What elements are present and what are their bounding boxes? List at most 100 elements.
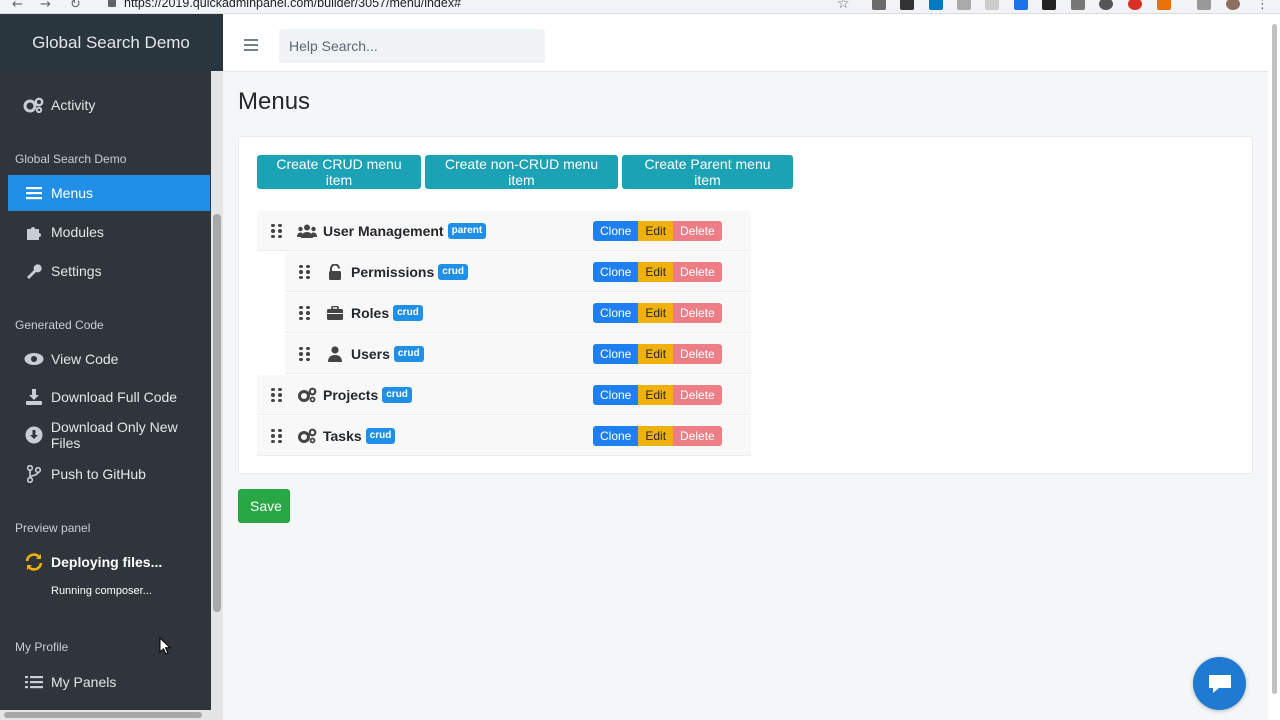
chat-widget-button[interactable] (1193, 657, 1246, 710)
edit-button[interactable]: Edit (638, 426, 674, 446)
delete-button[interactable]: Delete (673, 221, 722, 241)
sidebar-item-download-new[interactable]: Download Only New Files (8, 417, 210, 453)
create-parent-menu-button[interactable]: Create Parent menu item (622, 155, 793, 189)
menu-card: Create CRUD menu item Create non-CRUD me… (238, 136, 1253, 474)
sidebar-item-download-full[interactable]: Download Full Code (8, 379, 210, 415)
cogs-icon (23, 96, 45, 114)
menu-item-label: Projects (323, 386, 379, 403)
wrench-icon (23, 262, 45, 280)
menu-type-badge: crud (365, 427, 396, 444)
drag-handle-icon[interactable] (271, 428, 285, 443)
row-actions: Clone Edit Delete (593, 221, 722, 241)
extension-icon[interactable] (1099, 0, 1113, 10)
page-scrollbar-thumb[interactable] (1272, 24, 1277, 694)
menu-item-label: User Management (323, 222, 444, 239)
delete-button[interactable]: Delete (673, 426, 722, 446)
menu-type-badge: crud (382, 386, 412, 403)
menu-item-label: Users (351, 345, 390, 362)
edit-button[interactable]: Edit (638, 221, 674, 241)
edit-button[interactable]: Edit (638, 262, 674, 282)
drag-handle-icon[interactable] (299, 346, 313, 361)
sidebar-item-settings[interactable]: Settings (8, 253, 210, 289)
delete-button[interactable]: Delete (673, 262, 722, 282)
sidebar-item-label: Activity (51, 97, 96, 113)
app-header (223, 14, 1268, 72)
help-search-input[interactable] (279, 29, 545, 63)
back-icon[interactable]: ← (12, 0, 23, 12)
extension-icon[interactable] (1071, 0, 1085, 10)
download-icon (23, 388, 45, 406)
extension-icon[interactable] (1128, 0, 1142, 10)
clone-button[interactable]: Clone (593, 385, 639, 405)
clone-button[interactable]: Clone (593, 303, 639, 323)
sidebar: Global Search Demo Activity Global Searc… (0, 14, 223, 720)
sidebar-item-my-panels[interactable]: My Panels (8, 664, 210, 700)
page-title: Menus (238, 88, 311, 115)
extension-icon[interactable] (985, 0, 999, 10)
menu-row[interactable]: Tasks crud Clone Edit Delete (257, 416, 751, 456)
extension-icon[interactable] (900, 0, 914, 10)
cast-icon[interactable] (1197, 0, 1211, 10)
sidebar-item-push-github[interactable]: Push to GitHub (8, 456, 210, 492)
sidebar-item-menus[interactable]: Menus (8, 175, 210, 211)
hamburger-icon[interactable] (244, 39, 258, 51)
delete-button[interactable]: Delete (673, 385, 722, 405)
cogs-icon (295, 428, 319, 444)
reload-icon[interactable]: ↻ (70, 0, 81, 12)
sidebar-item-label: Modules (51, 224, 104, 240)
row-actions: Clone Edit Delete (593, 262, 722, 282)
menu-row[interactable]: User Management parent Clone Edit Delete (257, 211, 751, 251)
edit-button[interactable]: Edit (638, 303, 674, 323)
extension-icon[interactable] (957, 0, 971, 10)
delete-button[interactable]: Delete (673, 344, 722, 364)
sidebar-section-title: Preview panel (15, 521, 91, 535)
sidebar-brand[interactable]: Global Search Demo (0, 14, 223, 71)
clone-button[interactable]: Clone (593, 426, 639, 446)
drag-handle-icon[interactable] (271, 223, 285, 238)
download-circle-icon (23, 426, 45, 444)
extension-icon[interactable] (1157, 0, 1171, 10)
drag-handle-icon[interactable] (299, 305, 313, 320)
avatar[interactable] (1226, 0, 1240, 10)
bookmark-star-icon[interactable]: ☆ (837, 0, 850, 12)
clone-button[interactable]: Clone (593, 221, 639, 241)
kebab-menu-icon[interactable]: ⋮ (1256, 0, 1269, 12)
sidebar-item-deploying[interactable]: Deploying files... (8, 544, 210, 580)
extension-icon[interactable] (872, 0, 886, 10)
forward-icon[interactable]: → (40, 0, 51, 12)
page-scrollbar[interactable] (1268, 14, 1280, 720)
menu-type-badge: crud (438, 263, 468, 280)
extension-icon[interactable] (1014, 0, 1028, 10)
menu-row[interactable]: Projects crud Clone Edit Delete (257, 375, 751, 415)
briefcase-icon (323, 305, 347, 320)
chat-icon (1208, 674, 1231, 693)
menu-type-badge: parent (447, 222, 487, 239)
save-button[interactable]: Save (238, 489, 290, 523)
sidebar-section-title: My Profile (15, 640, 69, 654)
address-bar[interactable]: https://2019.quickadminpanel.com/builder… (108, 0, 868, 13)
row-actions: Clone Edit Delete (593, 426, 722, 446)
address-text: https://2019.quickadminpanel.com/builder… (124, 0, 462, 10)
sidebar-item-activity[interactable]: Activity (8, 87, 210, 123)
drag-handle-icon[interactable] (271, 387, 285, 402)
user-icon (323, 345, 347, 362)
edit-button[interactable]: Edit (638, 344, 674, 364)
deploying-label: Deploying files... (51, 554, 163, 570)
edit-button[interactable]: Edit (638, 385, 674, 405)
menu-row[interactable]: Permissions crud Clone Edit Delete (285, 252, 751, 292)
sidebar-hscrollbar-thumb[interactable] (4, 712, 202, 718)
sidebar-item-view-code[interactable]: View Code (8, 341, 210, 377)
menu-row[interactable]: Users crud Clone Edit Delete (285, 334, 751, 374)
sidebar-item-modules[interactable]: Modules (8, 214, 210, 250)
clone-button[interactable]: Clone (593, 344, 639, 364)
sidebar-scrollbar-thumb[interactable] (213, 214, 221, 612)
drag-handle-icon[interactable] (299, 264, 313, 279)
extension-icon[interactable] (1042, 0, 1056, 10)
create-crud-menu-button[interactable]: Create CRUD menu item (257, 155, 421, 189)
extension-icon[interactable] (929, 0, 943, 10)
menu-row[interactable]: Roles crud Clone Edit Delete (285, 293, 751, 333)
create-non-crud-menu-button[interactable]: Create non-CRUD menu item (425, 155, 618, 189)
clone-button[interactable]: Clone (593, 262, 639, 282)
deploying-status: Running composer... (51, 585, 152, 597)
delete-button[interactable]: Delete (673, 303, 722, 323)
